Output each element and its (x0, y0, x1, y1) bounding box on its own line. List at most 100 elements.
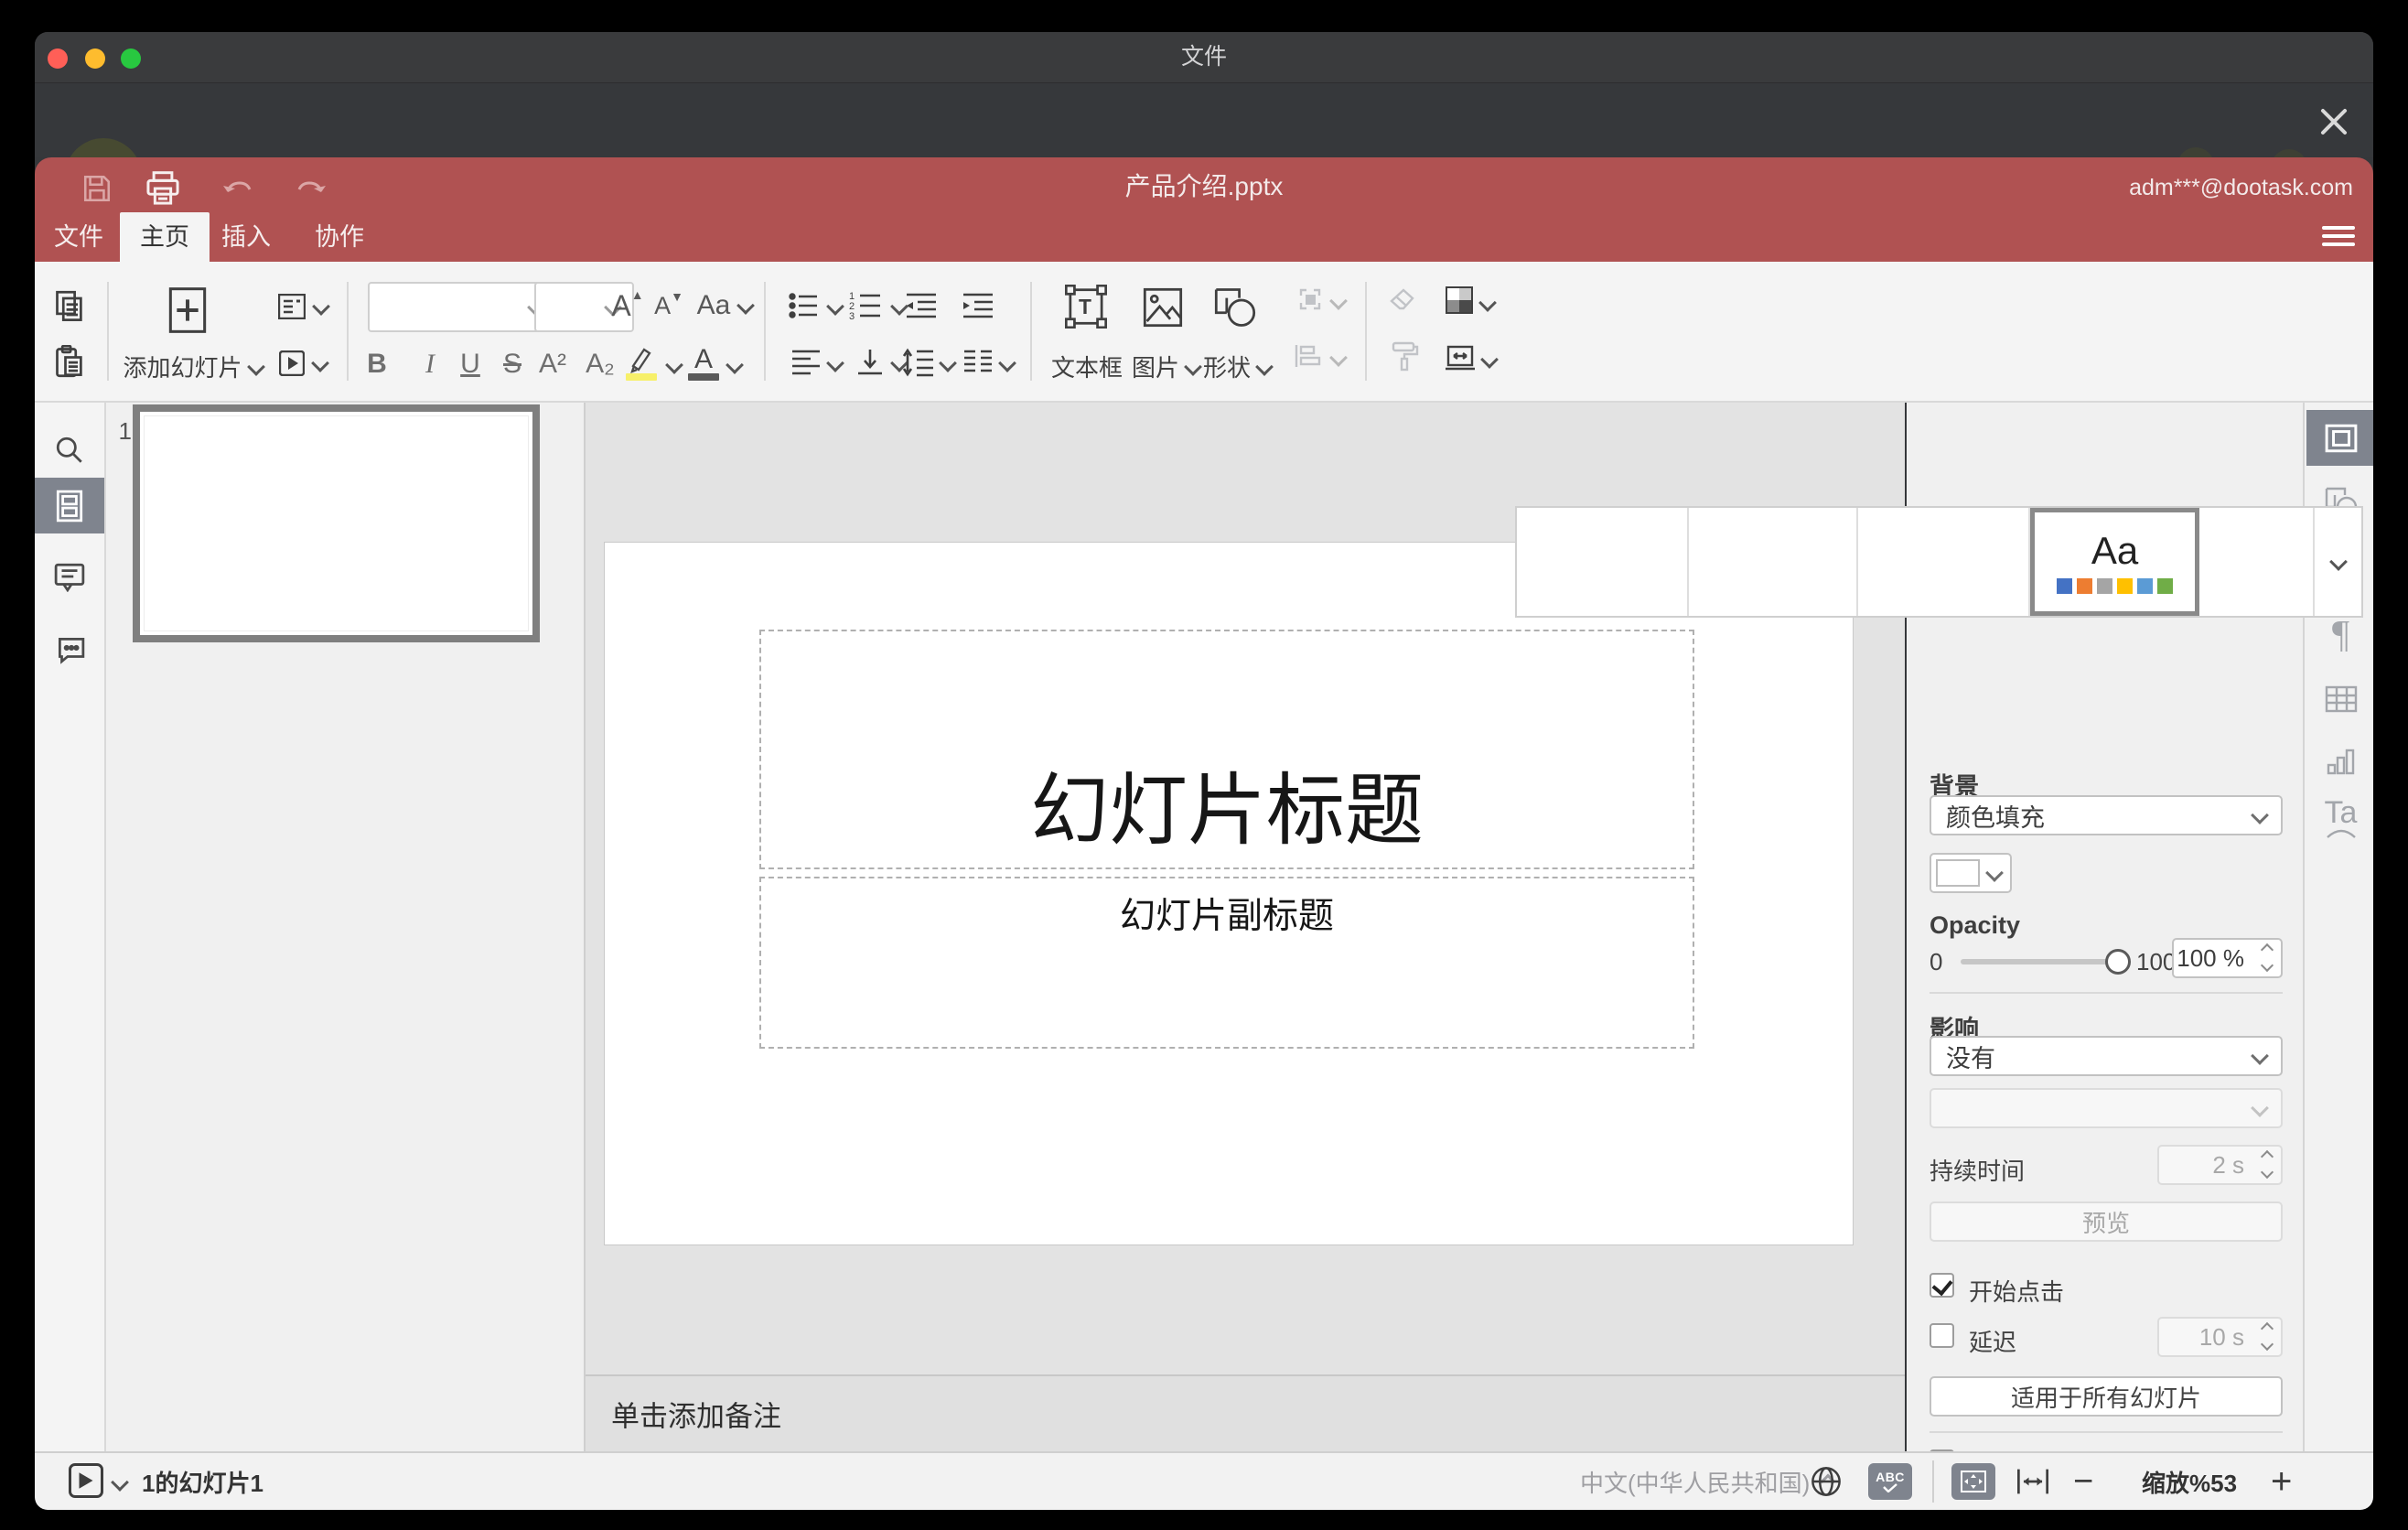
opacity-slider-track[interactable] (1961, 959, 2118, 964)
start-on-click-checkbox[interactable] (1930, 1273, 1954, 1298)
insert-shape-button[interactable] (1214, 286, 1256, 329)
comments-button[interactable] (35, 548, 104, 604)
insert-image-button[interactable] (1143, 286, 1183, 329)
notes-area[interactable]: 单击添加备注 (586, 1374, 1905, 1451)
language-selector[interactable]: 中文(中华人民共和国) (1580, 1453, 1836, 1510)
italic-button[interactable]: I (414, 346, 446, 382)
theme-tile-5[interactable] (2199, 508, 2313, 616)
font-color-button[interactable]: A (686, 342, 721, 384)
line-spacing-button[interactable] (901, 346, 936, 379)
textart-settings-button[interactable]: Ta (2306, 790, 2373, 846)
start-preview-button[interactable] (69, 1463, 103, 1498)
chevron-down-icon[interactable] (939, 354, 957, 372)
theme-tile-selected[interactable]: Aa (2030, 508, 2199, 616)
bold-button[interactable]: B (360, 346, 393, 382)
slide-thumbnail[interactable] (133, 404, 540, 642)
chevron-down-icon[interactable] (826, 354, 844, 372)
chevron-down-icon[interactable] (665, 356, 683, 374)
shape-label[interactable]: 形状 (1190, 350, 1284, 383)
chevron-down-icon[interactable] (1478, 294, 1497, 312)
subtitle-placeholder[interactable]: 幻灯片副标题 (759, 877, 1694, 1049)
theme-tile-1[interactable] (1517, 508, 1689, 616)
spellcheck-button[interactable]: ABC (1868, 1463, 1912, 1500)
arrange-shape-button[interactable] (1295, 284, 1326, 315)
search-button[interactable] (35, 422, 104, 478)
fill-color-picker[interactable] (1930, 853, 2012, 893)
apply-to-all-button[interactable]: 适用于所有幻灯片 (1930, 1376, 2283, 1417)
menu-icon[interactable] (2322, 221, 2355, 249)
effect-dropdown[interactable]: 没有 (1930, 1036, 2283, 1076)
add-slide-label[interactable]: 添加幻灯片 (124, 350, 265, 383)
color-scheme-button[interactable] (1445, 286, 1474, 315)
highlight-color-button[interactable] (624, 342, 659, 384)
vertical-align-button[interactable] (854, 346, 887, 379)
theme-tile-2[interactable] (1689, 508, 1858, 616)
increase-indent-button[interactable] (961, 289, 995, 322)
add-slide-button[interactable] (168, 286, 207, 335)
fit-to-slide-button[interactable] (1951, 1463, 1995, 1500)
add-slide-icon (168, 287, 207, 333)
chevron-down-icon[interactable] (826, 297, 844, 316)
tab-home[interactable]: 主页 (120, 212, 210, 262)
table-icon (2325, 685, 2357, 712)
fit-to-width-button[interactable] (2016, 1465, 2050, 1498)
textbox-button[interactable]: T (1064, 284, 1108, 329)
fill-type-dropdown[interactable]: 颜色填充 (1930, 795, 2283, 835)
slide-layout-button[interactable] (275, 291, 330, 322)
slide-counter: 1的幻灯片1 (142, 1469, 263, 1497)
tab-collaboration[interactable]: 协作 (305, 212, 374, 262)
align-shape-button[interactable] (1293, 342, 1326, 370)
opacity-slider-knob[interactable] (2105, 949, 2131, 975)
slide-settings-button[interactable] (2306, 410, 2373, 466)
decrease-font-button[interactable]: A ▼ (653, 287, 684, 324)
paste-button[interactable] (53, 344, 86, 379)
bullet-list-button[interactable] (788, 289, 821, 322)
zoom-value: 缩放%53 (2142, 1469, 2238, 1497)
theme-tile-3[interactable] (1858, 508, 2030, 616)
theme-preview-text: Aa (2091, 528, 2139, 572)
underline-button[interactable]: U (454, 346, 487, 382)
chevron-down-icon[interactable] (111, 1473, 129, 1492)
columns-button[interactable] (961, 346, 995, 379)
horizontal-align-button[interactable] (790, 346, 822, 379)
zoom-out-button[interactable]: − (2073, 1453, 2093, 1510)
change-case-button[interactable]: Aa (695, 287, 756, 324)
chart-settings-button[interactable] (2306, 733, 2373, 789)
spin-up-icon[interactable] (2260, 943, 2274, 957)
chevron-down-icon[interactable] (726, 356, 744, 374)
decrease-indent-button[interactable] (904, 289, 939, 322)
chevron-down-icon (1329, 349, 1348, 367)
tab-file[interactable]: 文件 (44, 212, 113, 262)
delay-checkbox[interactable] (1930, 1323, 1954, 1348)
font-name-combo[interactable] (368, 282, 557, 332)
strikeout-button[interactable]: S (496, 346, 529, 382)
zoom-in-button[interactable]: + (2271, 1453, 2292, 1510)
numbered-list-button[interactable]: 1 2 3 (846, 289, 885, 322)
chevron-down-icon[interactable] (1480, 350, 1499, 369)
copy-button[interactable] (53, 289, 86, 324)
close-icon[interactable] (2318, 106, 2349, 137)
chevron-down-icon (1985, 864, 2004, 882)
copy-style-button[interactable] (1391, 340, 1420, 373)
tab-insert[interactable]: 插入 (211, 212, 281, 262)
slides-panel-button[interactable] (35, 478, 104, 533)
table-settings-button[interactable] (2306, 671, 2373, 727)
set-language-button[interactable] (1810, 1465, 1843, 1498)
arrange-icon (1299, 288, 1321, 310)
slides-panel-icon (56, 490, 83, 522)
title-placeholder[interactable]: 幻灯片标题 (759, 630, 1694, 869)
spin-down-icon[interactable] (2260, 958, 2274, 973)
superscript-button[interactable]: A² (536, 346, 569, 382)
chat-button[interactable] (35, 620, 104, 676)
svg-text:3: 3 (849, 311, 855, 321)
start-slideshow-button[interactable] (275, 348, 330, 379)
decrease-indent-icon (907, 293, 936, 318)
theme-gallery-expand[interactable] (2313, 508, 2361, 616)
subscript-button[interactable]: A₂ (584, 346, 617, 382)
slide-size-button[interactable] (1445, 344, 1476, 372)
opacity-spinner[interactable]: 100 % (2172, 938, 2283, 978)
chevron-down-icon[interactable] (998, 354, 1016, 372)
increase-font-button[interactable]: A ▲ (611, 287, 643, 324)
clear-style-button[interactable] (1388, 286, 1419, 315)
slide[interactable]: 幻灯片标题 幻灯片副标题 (605, 543, 1853, 1244)
